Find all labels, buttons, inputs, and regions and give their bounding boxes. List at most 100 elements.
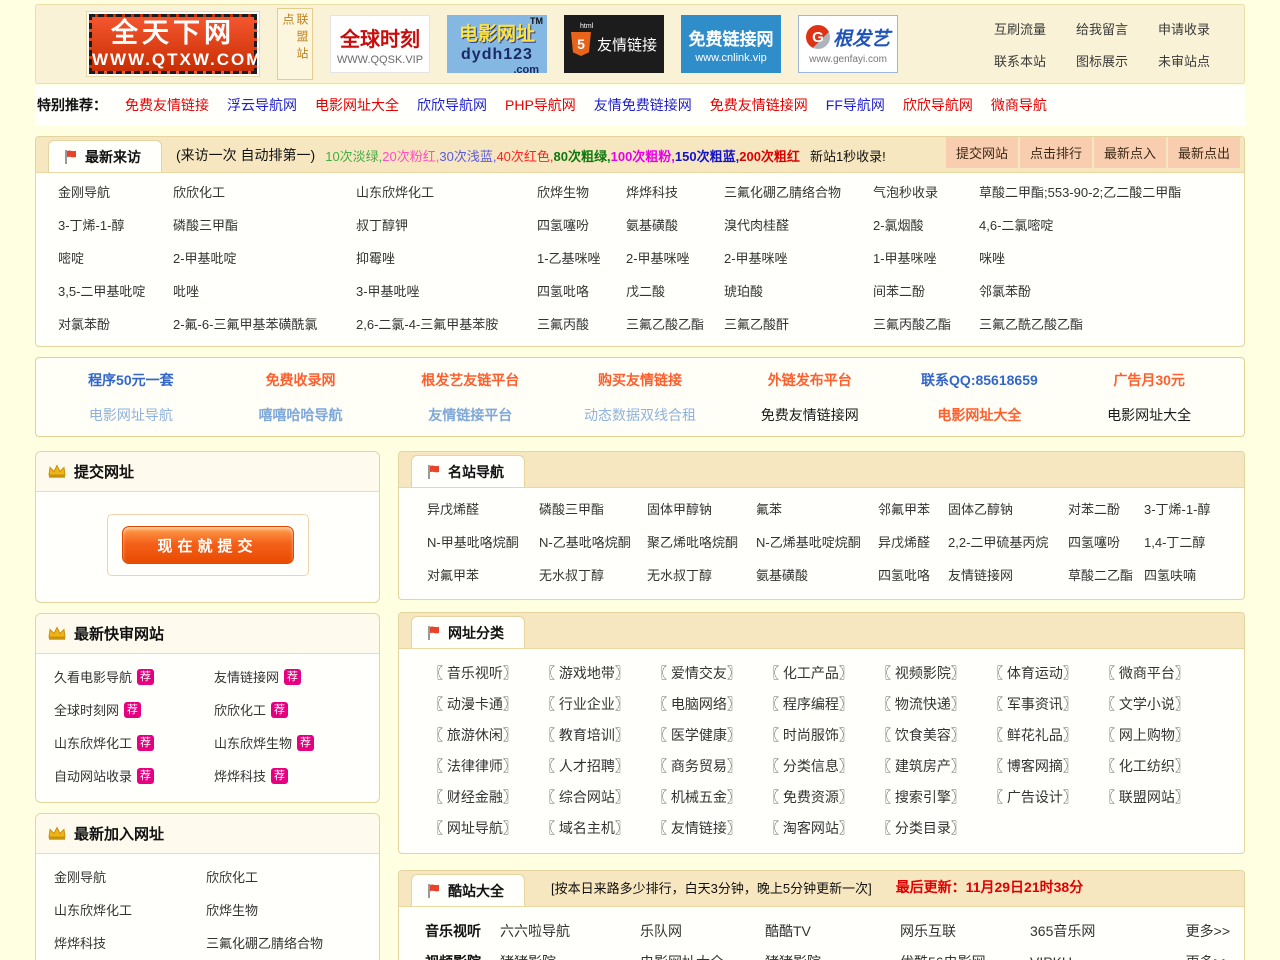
added-site-link[interactable]: 金刚导航 <box>54 867 106 886</box>
category-link[interactable]: 〖 分类目录〗 <box>877 818 989 838</box>
visitor-site-link[interactable]: 2-氟-6-三氟甲基苯磺酰氯 <box>173 317 317 332</box>
visitor-site-link[interactable]: 三氟乙酸酐 <box>724 317 789 332</box>
visitor-site-link[interactable]: 金刚导航 <box>58 185 110 200</box>
category-link[interactable]: 〖 网址导航〗 <box>429 818 541 838</box>
famous-site-link[interactable]: 异戊烯醛 <box>878 535 930 550</box>
visitor-site-link[interactable]: 2-甲基咪唑 <box>626 251 690 266</box>
cool-site-link[interactable]: 365音乐网 <box>1030 921 1163 941</box>
visitor-site-link[interactable]: 溴代肉桂醛 <box>724 218 789 233</box>
visitor-site-link[interactable]: 对氯苯酚 <box>58 317 110 332</box>
cool-site-link[interactable]: 酷酷TV <box>765 921 900 941</box>
visitor-site-link[interactable]: 吡唑 <box>173 284 199 299</box>
special-link[interactable]: PHP导航网 <box>505 95 576 115</box>
ad-link[interactable]: 联系QQ:85618659 <box>895 370 1065 390</box>
site-logo[interactable]: 全天下网 WWW.QTXW.COM <box>86 11 260 77</box>
cool-site-link[interactable]: 乐队网 <box>640 921 765 941</box>
special-link[interactable]: 欣欣导航网 <box>417 95 487 115</box>
famous-site-link[interactable]: 友情链接网 <box>948 568 1013 583</box>
visitor-site-link[interactable]: 欣烨生物 <box>537 185 589 200</box>
special-link[interactable]: 微商导航 <box>991 95 1047 115</box>
category-link[interactable]: 〖 视频影院〗 <box>877 663 989 683</box>
visitor-site-link[interactable]: 嘧啶 <box>58 251 84 266</box>
category-link[interactable]: 〖 行业企业〗 <box>541 694 653 714</box>
cool-site-link[interactable]: 网乐互联 <box>900 921 1030 941</box>
visitor-site-link[interactable]: 2-甲基咪唑 <box>724 251 788 266</box>
special-link[interactable]: 免费友情链接网 <box>710 95 808 115</box>
banner-qqsk[interactable]: 全球时刻 WWW.QQSK.VIP <box>330 15 430 73</box>
visitor-site-link[interactable]: 四氢吡咯 <box>537 284 589 299</box>
ad-link[interactable]: 嘻嘻哈哈导航 <box>216 405 386 425</box>
famous-site-link[interactable]: N-甲基吡咯烷酮 <box>427 535 519 550</box>
ad-link[interactable]: 购买友情链接 <box>555 370 725 390</box>
famous-site-link[interactable]: 聚乙烯吡咯烷酮 <box>647 535 738 550</box>
visitor-site-link[interactable]: 邻氯苯酚 <box>979 284 1031 299</box>
famous-site-link[interactable]: 磷酸三甲酯 <box>539 502 604 517</box>
famous-site-link[interactable]: 固体乙醇钠 <box>948 502 1013 517</box>
added-site-link[interactable]: 欣欣化工 <box>206 867 258 886</box>
category-link[interactable]: 〖 友情链接〗 <box>653 818 765 838</box>
tab-cool-sites[interactable]: 酷站大全 <box>411 874 525 906</box>
ad-link[interactable]: 免费收录网 <box>216 370 386 390</box>
fast-review-link[interactable]: 山东欣烨化工 <box>54 733 132 752</box>
visitor-site-link[interactable]: 磷酸三甲酯 <box>173 218 238 233</box>
added-site-link[interactable]: 三氟化硼乙腈络合物 <box>206 933 323 952</box>
banner-genfayi[interactable]: G 根发艺 www.genfayi.com <box>798 15 898 73</box>
lv-button[interactable]: 最新点入 <box>1094 137 1166 168</box>
more-link[interactable]: 更多>> <box>1163 921 1230 941</box>
famous-site-link[interactable]: 四氢噻吩 <box>1068 535 1120 550</box>
category-link[interactable]: 〖 体育运动〗 <box>989 663 1101 683</box>
lv-button[interactable]: 最新点出 <box>1168 137 1240 168</box>
tab-latest-visits[interactable]: 最新来访 <box>48 140 162 172</box>
added-site-link[interactable]: 山东欣烨化工 <box>54 900 132 919</box>
category-link[interactable]: 〖 音乐视听〗 <box>429 663 541 683</box>
header-link[interactable]: 给我留言 <box>1076 19 1128 38</box>
category-link[interactable]: 〖 搜索引擎〗 <box>877 787 989 807</box>
banner-cnlink[interactable]: 免费链接网 www.cnlink.vip <box>681 15 781 73</box>
visitor-site-link[interactable]: 2-氯烟酸 <box>873 218 924 233</box>
visitor-site-link[interactable]: 咪唑 <box>979 251 1005 266</box>
banner-html5-links[interactable]: html 5 友情链接 <box>564 15 664 73</box>
category-link[interactable]: 〖 微商平台〗 <box>1101 663 1213 683</box>
cool-site-link[interactable]: 优酷56电影网 <box>900 952 1030 960</box>
special-link[interactable]: 欣欣导航网 <box>903 95 973 115</box>
category-link[interactable]: 〖 机械五金〗 <box>653 787 765 807</box>
submit-now-button[interactable]: 现在就提交 <box>122 526 294 564</box>
fast-review-link[interactable]: 欣欣化工 <box>214 700 266 719</box>
category-link[interactable]: 〖 爱情交友〗 <box>653 663 765 683</box>
fast-review-link[interactable]: 山东欣烨生物 <box>214 733 292 752</box>
header-link[interactable]: 图标展示 <box>1076 51 1128 70</box>
visitor-site-link[interactable]: 3-丁烯-1-醇 <box>58 218 124 233</box>
special-link[interactable]: 友情免费链接网 <box>594 95 692 115</box>
header-link[interactable]: 未审站点 <box>1158 51 1210 70</box>
category-link[interactable]: 〖 化工纺织〗 <box>1101 756 1213 776</box>
ad-link[interactable]: 免费友情链接网 <box>725 405 895 425</box>
ad-link[interactable]: 外链发布平台 <box>725 370 895 390</box>
visitor-site-link[interactable]: 山东欣烨化工 <box>356 185 434 200</box>
category-link[interactable]: 〖 法律律师〗 <box>429 756 541 776</box>
category-link[interactable]: 〖 综合网站〗 <box>541 787 653 807</box>
visitor-site-link[interactable]: 琥珀酸 <box>724 284 763 299</box>
cool-site-link[interactable]: 猪猪影院 <box>765 952 900 960</box>
visitor-site-link[interactable]: 间苯二酚 <box>873 284 925 299</box>
famous-site-link[interactable]: 四氢吡咯 <box>878 568 930 583</box>
ad-link[interactable]: 动态数据双线合租 <box>555 405 725 425</box>
category-link[interactable]: 〖 旅游休闲〗 <box>429 725 541 745</box>
header-link[interactable]: 联系本站 <box>994 51 1046 70</box>
category-link[interactable]: 〖 网上购物〗 <box>1101 725 1213 745</box>
visitor-site-link[interactable]: 3-甲基吡唑 <box>356 284 420 299</box>
visitor-site-link[interactable]: 2,6-二氯-4-三氟甲基苯胺 <box>356 317 498 332</box>
category-link[interactable]: 〖 医学健康〗 <box>653 725 765 745</box>
category-link[interactable]: 〖 联盟网站〗 <box>1101 787 1213 807</box>
famous-site-link[interactable]: N-乙烯基吡啶烷酮 <box>756 535 861 550</box>
cool-site-link[interactable]: 猪猪影院 <box>500 952 640 960</box>
added-site-link[interactable]: 烨烨科技 <box>54 933 106 952</box>
lv-button[interactable]: 点击排行 <box>1020 137 1092 168</box>
famous-site-link[interactable]: 对氟甲苯 <box>427 568 479 583</box>
ad-link[interactable]: 电影网址大全 <box>895 405 1065 425</box>
special-link[interactable]: 浮云导航网 <box>227 95 297 115</box>
visitor-site-link[interactable]: 草酸二甲酯;553-90-2;乙二酸二甲酯 <box>979 185 1181 200</box>
category-link[interactable]: 〖 电脑网络〗 <box>653 694 765 714</box>
visitor-site-link[interactable]: 抑霉唑 <box>356 251 395 266</box>
header-link[interactable]: 申请收录 <box>1158 19 1210 38</box>
visitor-site-link[interactable]: 四氢噻吩 <box>537 218 589 233</box>
